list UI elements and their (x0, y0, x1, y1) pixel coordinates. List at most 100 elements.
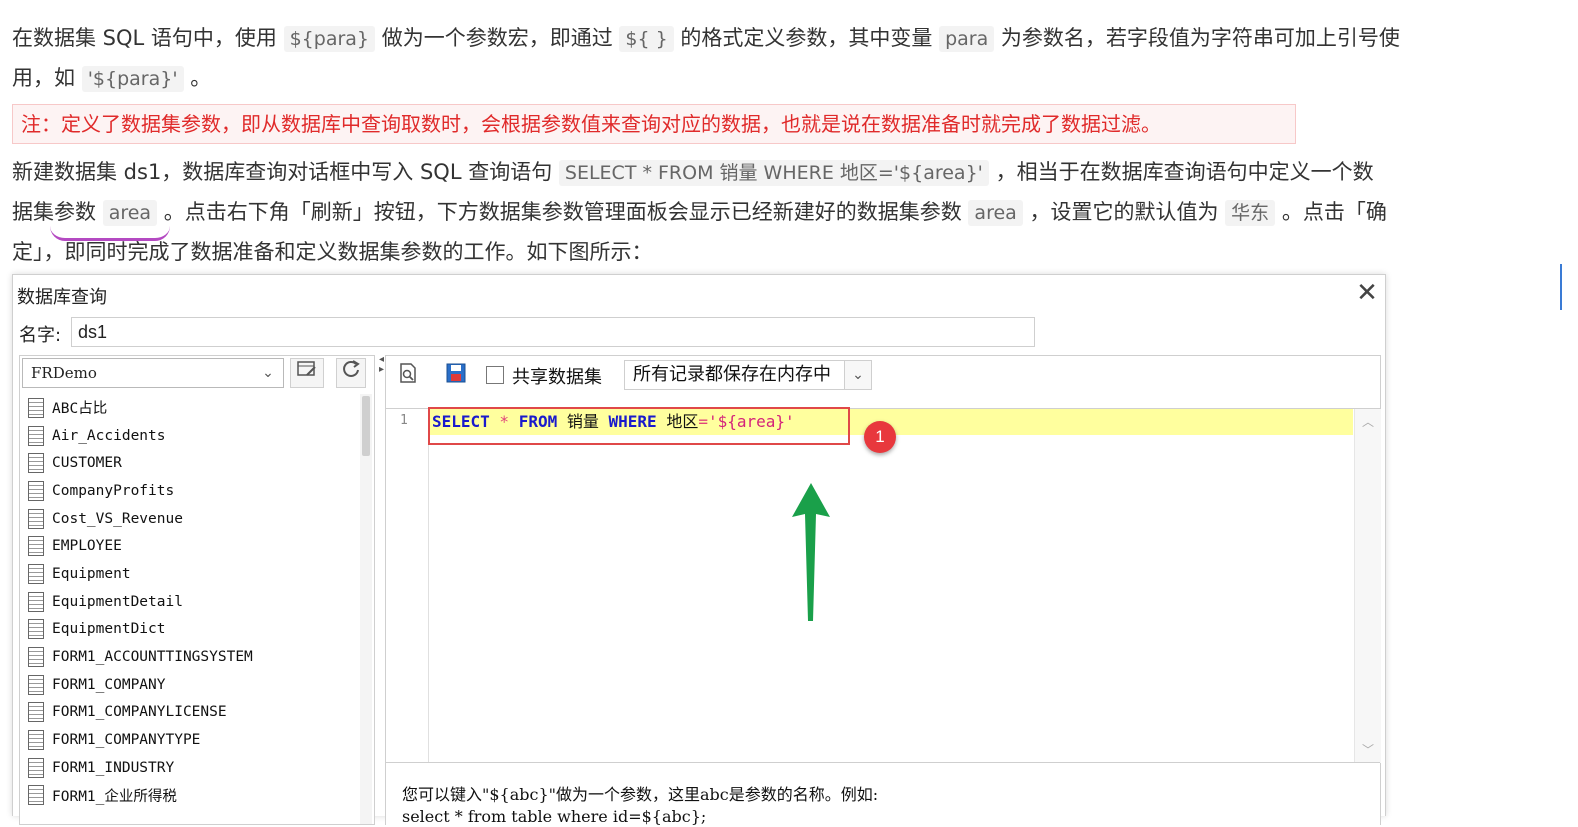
scrollbar-thumb[interactable] (362, 396, 370, 456)
table-icon (28, 563, 44, 584)
table-icon (28, 757, 44, 778)
table-list-item[interactable]: FORM1_企业所得税 (22, 782, 362, 810)
body-text: 。点击「确 (1275, 200, 1387, 224)
name-label: 名字: (19, 325, 62, 346)
dataset-name-input[interactable]: ds1 (71, 317, 1035, 347)
table-name: FORM1_INDUSTRY (52, 759, 175, 776)
inline-code-para-name: para (939, 26, 995, 52)
sql-editor-panel: 共享数据集 所有记录都保存在内存中 ⌄ 1 SELECT * FROM 销量 W… (385, 355, 1381, 827)
inline-code-area: area (102, 200, 158, 226)
intro-text: 。 (183, 66, 212, 90)
body-paragraph-line2: 据集参数 area 。点击右下角「刷新」按钮，下方数据集参数管理面板会显示已经新… (12, 192, 1387, 233)
scroll-down-icon[interactable]: ﹀ (1355, 739, 1381, 761)
table-icon (28, 702, 44, 723)
intro-text: 用，如 (12, 66, 82, 90)
intro-text: 为参数名，若字段值为字符串可加上引号使 (994, 26, 1400, 50)
body-text: 定」，即同时完成了数据准备和定义数据集参数的工作。如下图所示： (12, 240, 653, 264)
warning-note: 注：定义了数据集参数，即从数据库中查询取数时，会根据参数值来查询对应的数据，也就… (12, 104, 1296, 144)
table-icon (28, 397, 44, 418)
body-text: 据集参数 (12, 200, 103, 224)
body-paragraph-line1: 新建数据集 ds1，数据库查询对话框中写入 SQL 查询语句 SELECT * … (12, 152, 1374, 193)
body-text: ，相当于在数据库查询语句中定义一个数 (988, 160, 1374, 184)
table-icon (28, 425, 44, 446)
table-name: CUSTOMER (52, 455, 122, 472)
table-list-item[interactable]: Equipment (22, 560, 362, 588)
database-query-dialog: 数据库查询 ✕ 名字: ds1 FRDemo ⌄ ABC占比 Air_Accide… (12, 274, 1386, 827)
sql-editor[interactable]: 1 SELECT * FROM 销量 WHERE 地区='${area}' 1 … (386, 407, 1381, 763)
parameter-hint: 您可以键入"${abc}"做为一个参数，这里abc是参数的名称。例如: sele… (386, 762, 1380, 827)
up-arrow-icon (792, 483, 830, 621)
preview-button[interactable] (394, 362, 422, 390)
table-icon (28, 536, 44, 557)
table-icon (28, 508, 44, 529)
inline-code-quoted-para: '${para}' (81, 66, 184, 92)
table-list-item[interactable]: FORM1_COMPANY (22, 671, 362, 699)
intro-text: 做为一个参数宏，即通过 (375, 26, 620, 50)
table-list-item[interactable]: FORM1_COMPANYLICENSE (22, 699, 362, 727)
inline-code-para-macro: ${para} (283, 26, 376, 52)
table-list-item[interactable]: ABC占比 (22, 394, 362, 422)
refresh-icon (343, 360, 360, 377)
table-list-item[interactable]: FORM1_ACCOUNTTINGSYSTEM (22, 643, 362, 671)
table-name: Cost_VS_Revenue (52, 510, 183, 527)
database-select[interactable]: FRDemo ⌄ (22, 358, 284, 388)
table-list-item[interactable]: EquipmentDetail (22, 588, 362, 616)
table-list-item[interactable]: EMPLOYEE (22, 532, 362, 560)
table-list-item[interactable]: EquipmentDict (22, 616, 362, 644)
share-dataset-label: 共享数据集 (512, 367, 602, 388)
chevron-down-icon: ⌄ (844, 361, 871, 389)
table-name: EquipmentDict (52, 621, 166, 638)
intro-text: 的格式定义参数，其中变量 (673, 26, 940, 50)
table-icon (28, 453, 44, 474)
scroll-up-icon[interactable]: ︿ (1355, 411, 1381, 433)
intro-paragraph-line2: 用，如 '${para}' 。 (12, 58, 211, 99)
table-edit-button[interactable] (290, 358, 324, 388)
share-dataset-checkbox[interactable] (486, 366, 504, 384)
table-name: Air_Accidents (52, 427, 166, 444)
annotation-underline (50, 226, 170, 241)
table-name: ABC占比 (52, 401, 108, 418)
body-text: 新建数据集 ds1，数据库查询对话框中写入 SQL 查询语句 (12, 160, 559, 184)
body-text: ，设置它的默认值为 (1022, 200, 1226, 224)
chevron-down-icon: ⌄ (262, 365, 274, 381)
memory-mode-select[interactable]: 所有记录都保存在内存中 ⌄ (624, 360, 872, 390)
table-name: CompanyProfits (52, 482, 175, 499)
memory-mode-value: 所有记录都保存在内存中 (633, 364, 831, 385)
table-icon (28, 619, 44, 640)
save-button[interactable] (442, 362, 470, 390)
table-list-item[interactable]: FORM1_COMPANYTYPE (22, 726, 362, 754)
table-icon (28, 647, 44, 668)
table-browser-panel: FRDemo ⌄ ABC占比 Air_Accidents CUSTOMER Compa… (19, 355, 375, 825)
table-list-item[interactable]: Air_Accidents (22, 422, 362, 450)
refresh-button[interactable] (336, 358, 366, 388)
step-badge: 1 (864, 421, 896, 453)
table-list-item[interactable]: Cost_VS_Revenue (22, 505, 362, 533)
table-list: ABC占比 Air_Accidents CUSTOMER CompanyProfits… (22, 394, 362, 824)
close-icon[interactable]: ✕ (1351, 277, 1383, 309)
editor-scrollbar[interactable]: ︿ ﹀ (1354, 409, 1381, 763)
table-name: FORM1_COMPANYTYPE (52, 732, 201, 749)
table-icon (28, 785, 44, 806)
table-icon (28, 674, 44, 695)
hint-example: select * from table where id=${abc}; (402, 807, 707, 826)
table-name: EquipmentDetail (52, 593, 183, 610)
table-list-item[interactable]: CUSTOMER (22, 449, 362, 477)
dialog-title: 数据库查询 (17, 287, 107, 308)
database-select-value: FRDemo (31, 364, 97, 382)
inline-code-area: area (968, 200, 1023, 226)
table-name: FORM1_企业所得税 (52, 788, 177, 805)
sql-highlight-box (428, 407, 850, 445)
table-list-scrollbar[interactable] (360, 394, 372, 824)
table-list-item[interactable]: CompanyProfits (22, 477, 362, 505)
inline-code-brace-format: ${ } (619, 26, 674, 52)
intro-text: 在数据集 SQL 语句中，使用 (12, 26, 284, 50)
table-name: Equipment (52, 565, 131, 582)
preview-icon (400, 363, 416, 383)
inline-code-sql: SELECT * FROM 销量 WHERE 地区='${area}' (558, 160, 989, 186)
intro-paragraph-line1: 在数据集 SQL 语句中，使用 ${para} 做为一个参数宏，即通过 ${ }… (12, 18, 1400, 59)
table-list-item[interactable]: FORM1_INDUSTRY (22, 754, 362, 782)
table-name: FORM1_ACCOUNTTINGSYSTEM (52, 649, 253, 666)
edit-table-icon (297, 361, 316, 376)
inline-code-default-value: 华东 (1225, 200, 1276, 226)
table-icon (28, 591, 44, 612)
